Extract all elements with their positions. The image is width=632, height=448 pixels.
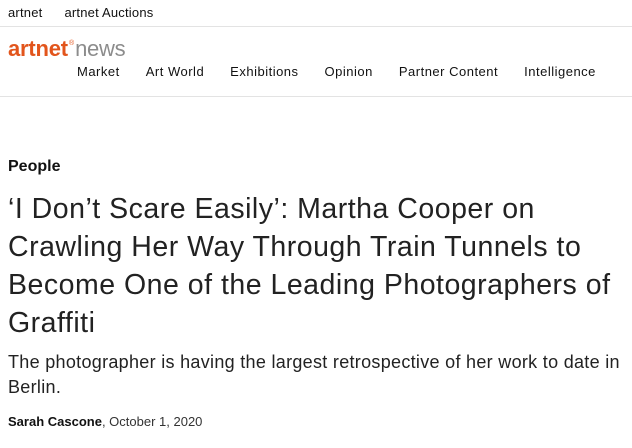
publish-date: October 1, 2020 [109, 414, 203, 429]
divider [0, 96, 632, 97]
logo-news-text: news [75, 36, 126, 61]
main-nav: Market Art World Exhibitions Opinion Par… [77, 64, 596, 79]
divider [0, 26, 632, 27]
nav-item-exhibitions[interactable]: Exhibitions [230, 64, 298, 79]
topbar-link-artnet[interactable]: artnet [8, 5, 42, 20]
nav-item-market[interactable]: Market [77, 64, 120, 79]
article-byline: Sarah Cascone, October 1, 2020 [8, 414, 202, 429]
main-nav-container: Market Art World Exhibitions Opinion Par… [0, 60, 632, 82]
nav-item-partner-content[interactable]: Partner Content [399, 64, 498, 79]
nav-item-opinion[interactable]: Opinion [325, 64, 373, 79]
topbar-link-artnet-auctions[interactable]: artnet Auctions [64, 5, 153, 20]
logo-brand-text: artnet [8, 36, 68, 61]
article-category[interactable]: People [8, 158, 60, 176]
logo-registered-mark: ® [68, 40, 75, 47]
top-utility-bar: artnet artnet Auctions [0, 0, 632, 24]
nav-item-art-world[interactable]: Art World [146, 64, 204, 79]
author-link[interactable]: Sarah Cascone [8, 414, 102, 429]
article-headline: ‘I Don’t Scare Easily’: Martha Cooper on… [8, 193, 611, 339]
article-dek: The photographer is having the largest r… [8, 352, 620, 397]
nav-item-intelligence[interactable]: Intelligence [524, 64, 596, 79]
